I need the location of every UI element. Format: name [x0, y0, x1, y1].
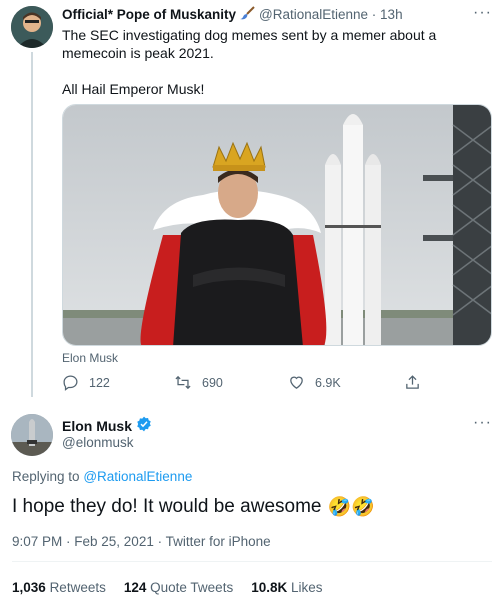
more-icon[interactable]: ··· — [473, 414, 492, 432]
main-display-name[interactable]: Elon Musk — [62, 418, 132, 434]
quotes-label: Quote Tweets — [150, 580, 234, 595]
brush-icon — [240, 6, 256, 23]
likes-count: 10.8K — [251, 580, 288, 595]
share-button[interactable] — [404, 374, 431, 391]
main-handle[interactable]: @elonmusk — [62, 435, 133, 450]
reply-count: 122 — [89, 375, 110, 390]
parent-handle-time[interactable]: @RationalEtienne · 13h — [259, 7, 403, 22]
retweets-label: Retweets — [49, 580, 106, 595]
verified-icon — [136, 416, 152, 435]
like-icon — [290, 376, 303, 389]
main-text: I hope they do! It would be awesome — [12, 496, 322, 517]
main-tweet-text: I hope they do! It would be awesome 🤣🤣 — [12, 495, 375, 519]
likes-label: Likes — [291, 580, 323, 595]
main-avatar[interactable] — [11, 414, 53, 456]
parent-action-bar: 122 690 6.9K — [62, 374, 442, 392]
reply-icon — [63, 375, 78, 391]
like-count: 6.9K — [315, 375, 341, 390]
tweet-media-image[interactable] — [62, 104, 492, 346]
reply-button[interactable]: 122 — [62, 374, 110, 391]
parent-display-name[interactable]: Official* Pope of Muskanity — [62, 7, 236, 22]
media-caption: Elon Musk — [62, 351, 119, 365]
retweets-stat[interactable]: 1,036 Retweets — [12, 580, 106, 595]
parent-tweet-text: The SEC investigating dog memes sent by … — [62, 26, 482, 98]
laughing-emoji: 🤣🤣 — [327, 497, 375, 518]
tweet-meta: 9:07 PM · Feb 25, 2021 · Twitter for iPh… — [12, 534, 271, 549]
parent-tweet[interactable]: Official* Pope of Muskanity @RationalEti… — [0, 0, 504, 405]
likes-stat[interactable]: 10.8K Likes — [251, 580, 322, 595]
more-icon[interactable]: ··· — [473, 4, 492, 22]
quotes-count: 124 — [123, 580, 147, 595]
retweet-button[interactable]: 690 — [174, 374, 223, 391]
share-icon — [406, 375, 419, 389]
retweet-icon — [175, 375, 191, 390]
main-display-name-row: Elon Musk — [62, 416, 152, 435]
parent-header: Official* Pope of Muskanity @RationalEti… — [62, 6, 403, 23]
replying-to-label: Replying to — [12, 469, 80, 484]
parent-text-line2: All Hail Emperor Musk! — [62, 81, 205, 97]
retweet-count: 690 — [202, 375, 223, 390]
tweet-stats: 1,036 Retweets 124 Quote Tweets 10.8K Li… — [12, 580, 323, 595]
like-button[interactable]: 6.9K — [288, 374, 341, 391]
divider — [12, 561, 492, 562]
replying-to-link[interactable]: @RationalEtienne — [83, 469, 192, 484]
parent-avatar[interactable] — [11, 6, 53, 48]
replying-to: Replying to @RationalEtienne — [12, 469, 192, 484]
parent-text-line1: The SEC investigating dog memes sent by … — [62, 27, 437, 61]
retweets-count: 1,036 — [12, 580, 46, 595]
quotes-stat[interactable]: 124 Quote Tweets — [124, 580, 233, 595]
